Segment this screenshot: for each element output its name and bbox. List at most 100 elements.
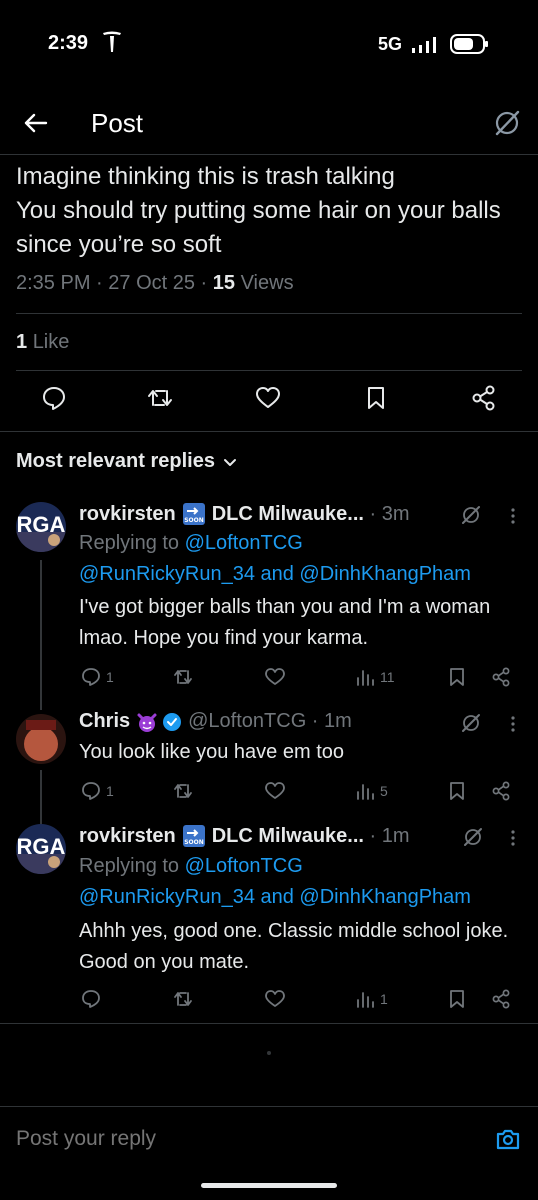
views-button[interactable]: 1	[354, 988, 388, 1010]
grok-icon[interactable]	[460, 504, 482, 526]
like-button[interactable]	[264, 666, 286, 688]
author-name-suffix[interactable]: DLC Milwauke...	[212, 825, 364, 848]
bookmark-button[interactable]	[446, 988, 468, 1010]
avatar[interactable]	[16, 714, 66, 764]
repost-icon	[174, 670, 192, 684]
share-icon	[492, 667, 510, 687]
reply-count: 1	[106, 783, 114, 799]
divider	[0, 154, 538, 155]
like-icon	[265, 990, 285, 1007]
bookmark-button[interactable]	[446, 780, 468, 802]
author-name-suffix[interactable]: DLC Milwauke...	[212, 503, 364, 526]
post-date: 27 Oct 25	[108, 272, 195, 294]
reply-icon	[82, 668, 100, 686]
author-handle[interactable]: @LoftonTCG	[188, 710, 306, 733]
repost-icon[interactable]	[146, 384, 174, 412]
repost-button[interactable]	[172, 780, 194, 802]
replies-sort-dropdown[interactable]: Most relevant replies	[16, 450, 237, 473]
more-options-icon[interactable]	[505, 828, 521, 848]
grok-icon[interactable]	[462, 826, 484, 848]
soon-arrow-icon: SOON	[182, 503, 205, 525]
likes-summary[interactable]: 1 Like	[16, 331, 69, 354]
reply-actions: 1	[0, 988, 538, 1014]
share-button[interactable]	[490, 780, 512, 802]
svg-text:SOON: SOON	[184, 839, 204, 846]
view-count: 1	[380, 991, 388, 1007]
home-indicator[interactable]	[201, 1183, 337, 1188]
reply-time: 1m	[381, 824, 410, 847]
more-options-icon[interactable]	[505, 714, 521, 734]
views-count: 15	[212, 272, 236, 294]
svg-text:RGA: RGA	[17, 512, 66, 537]
signal-icon	[412, 37, 436, 53]
replying-label: Replying to	[79, 532, 180, 554]
post-meta: 2:35 PM · 27 Oct 25 · 15 Views	[16, 272, 294, 294]
divider	[0, 1023, 538, 1024]
reply-composer	[0, 1106, 538, 1176]
views-icon	[357, 670, 374, 686]
grok-icon[interactable]	[492, 108, 522, 138]
bookmark-icon	[450, 990, 464, 1008]
view-count: 5	[380, 783, 388, 799]
devil-emoji-icon	[137, 713, 157, 732]
author-name[interactable]: rovkirsten	[79, 825, 176, 848]
reply-icon	[82, 990, 100, 1008]
bookmark-button[interactable]	[446, 666, 468, 688]
reply-header: rovkirsten SOON DLC Milwauke... · 1m	[79, 824, 410, 848]
soon-arrow-icon: SOON	[182, 825, 205, 847]
mentions-link[interactable]: @RunRickyRun_34 and @DinhKhangPham	[79, 559, 471, 589]
repost-icon	[174, 992, 192, 1006]
like-button[interactable]	[264, 780, 286, 802]
mentions-link[interactable]: @RunRickyRun_34 and @DinhKhangPham	[79, 882, 471, 912]
reply-button[interactable]: 1	[80, 666, 114, 688]
like-icon	[265, 668, 285, 685]
share-icon	[492, 781, 510, 801]
reply-item[interactable]: RGA rovkirsten SOON DLC Milwauke... · 3m…	[0, 502, 538, 692]
network-label: 5G	[378, 34, 403, 54]
status-bar: 2:39 5G	[0, 0, 538, 90]
post-time: 2:35 PM	[16, 272, 91, 294]
likes-label: Like	[32, 331, 70, 353]
reply-text: You look like you have em too	[79, 741, 344, 763]
avatar[interactable]: RGA	[16, 824, 66, 874]
grok-icon[interactable]	[460, 712, 482, 734]
reply-actions: 1 5	[0, 780, 538, 806]
reply-item[interactable]: Chris @LoftonTCG · 1m You look like you …	[0, 710, 538, 810]
reply-icon[interactable]	[40, 384, 68, 412]
replying-handle-link[interactable]: @LoftonTCG	[185, 532, 303, 554]
loading-dot	[267, 1051, 271, 1055]
share-button[interactable]	[490, 988, 512, 1010]
reply-button[interactable]: 1	[80, 780, 114, 802]
reply-count: 1	[106, 669, 114, 685]
sort-label: Most relevant replies	[16, 450, 215, 472]
author-name[interactable]: rovkirsten	[79, 503, 176, 526]
views-button[interactable]: 11	[354, 666, 395, 688]
bookmark-icon[interactable]	[362, 384, 390, 412]
camera-icon[interactable]	[494, 1125, 522, 1153]
post-actions	[0, 384, 538, 418]
share-button[interactable]	[490, 666, 512, 688]
reply-text: I've got bigger balls than you and I'm a…	[79, 596, 491, 649]
reply-input[interactable]	[16, 1127, 456, 1151]
chevron-down-icon	[223, 458, 236, 466]
repost-button[interactable]	[172, 988, 194, 1010]
reply-actions: 1 11	[0, 666, 538, 692]
views-icon	[357, 992, 374, 1008]
author-name[interactable]: Chris	[79, 710, 130, 733]
more-options-icon[interactable]	[505, 506, 521, 526]
reply-header: Chris @LoftonTCG · 1m	[79, 710, 352, 733]
back-arrow-icon[interactable]	[20, 108, 50, 138]
replying-to: Replying to @LoftonTCG	[79, 851, 303, 881]
like-button[interactable]	[264, 988, 286, 1010]
replying-label: Replying to	[79, 855, 180, 877]
reply-time: 3m	[381, 502, 410, 525]
like-icon[interactable]	[254, 384, 282, 412]
avatar[interactable]: RGA	[16, 502, 66, 552]
repost-button[interactable]	[172, 666, 194, 688]
reply-icon	[82, 782, 100, 800]
reply-button[interactable]	[80, 988, 102, 1010]
reply-item[interactable]: RGA rovkirsten SOON DLC Milwauke... · 1m…	[0, 824, 538, 1014]
replying-handle-link[interactable]: @LoftonTCG	[185, 855, 303, 877]
views-button[interactable]: 5	[354, 780, 388, 802]
share-icon[interactable]	[470, 384, 498, 412]
